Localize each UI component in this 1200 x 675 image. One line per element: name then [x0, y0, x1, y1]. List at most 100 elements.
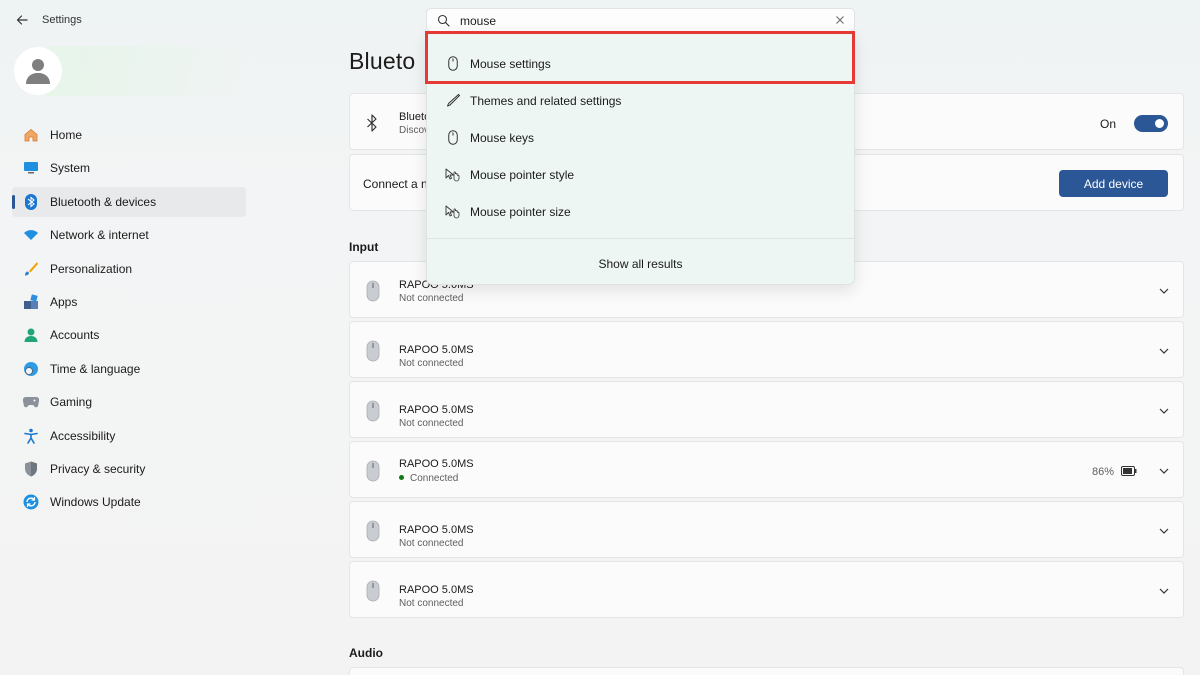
device-status: Not connected	[399, 293, 464, 304]
profile-banner	[44, 46, 254, 96]
sidebar-item-gaming[interactable]: Gaming	[12, 387, 246, 417]
sidebar-item-label: Gaming	[50, 395, 93, 410]
add-device-button[interactable]: Add device	[1059, 170, 1168, 197]
search-input[interactable]	[460, 12, 820, 29]
sidebar-item-time-language[interactable]: Time & language	[12, 354, 246, 384]
close-icon[interactable]	[835, 15, 845, 25]
sidebar-item-label: Privacy & security	[50, 461, 146, 476]
accessibility-icon	[22, 427, 40, 445]
bluetooth-sublabel: Discov	[399, 125, 430, 136]
sidebar-item-label: Home	[50, 128, 83, 142]
user-profile[interactable]	[14, 46, 254, 96]
device-name: RAPOO 5.0MS	[399, 584, 474, 596]
sidebar-item-label: Accessibility	[50, 428, 116, 443]
bluetooth-symbol-icon	[366, 114, 378, 137]
shield-icon	[22, 460, 40, 478]
home-icon	[22, 126, 40, 144]
search-box[interactable]	[426, 8, 855, 32]
pointer-icon	[445, 204, 461, 220]
chevron-down-icon[interactable]	[1157, 344, 1171, 358]
suggestion-themes[interactable]: Themes and related settings	[427, 82, 854, 119]
sidebar-item-label: Bluetooth & devices	[50, 194, 157, 209]
sidebar-item-network[interactable]: Network & internet	[12, 220, 246, 250]
wifi-icon	[22, 226, 40, 244]
sidebar-item-label: Time & language	[50, 361, 141, 376]
mouse-device-icon	[366, 580, 380, 607]
sidebar-item-system[interactable]: System	[12, 153, 246, 183]
device-status: Not connected	[399, 358, 464, 369]
device-name: RAPOO 5.0MS	[399, 458, 474, 470]
sidebar-item-label: Network & internet	[50, 228, 149, 243]
device-status: Not connected	[399, 598, 464, 609]
suggestion-mouse-keys[interactable]: Mouse keys	[427, 119, 854, 156]
account-icon	[22, 326, 40, 344]
bluetooth-toggle-label: On	[1099, 117, 1116, 131]
device-row[interactable]: RAPOO 5.0MS Not connected	[349, 321, 1184, 378]
back-arrow-icon	[16, 15, 28, 25]
device-row[interactable]: RAPOO 5.0MS Not connected	[349, 561, 1184, 618]
bluetooth-icon	[22, 193, 40, 211]
suggestion-pointer-size[interactable]: Mouse pointer size	[427, 193, 854, 230]
device-row[interactable]: RAPOO 5.0MS Not connected	[349, 381, 1184, 438]
gamepad-icon	[22, 393, 40, 411]
sidebar-item-bluetooth-devices[interactable]: Bluetooth & devices	[12, 186, 246, 217]
suggestion-label: Mouse pointer size	[470, 204, 571, 219]
suggestion-mouse-settings[interactable]: Mouse settings	[427, 45, 854, 82]
bluetooth-toggle[interactable]	[1134, 115, 1168, 132]
mouse-device-icon	[366, 520, 380, 547]
suggestion-label: Mouse settings	[470, 56, 551, 71]
back-button[interactable]	[4, 2, 40, 38]
suggestion-label: Themes and related settings	[470, 93, 622, 108]
sidebar-item-label: Windows Update	[50, 495, 141, 510]
avatar	[14, 47, 62, 95]
sidebar-item-label: System	[50, 161, 91, 176]
device-status: Not connected	[399, 418, 464, 429]
sidebar-item-label: Apps	[50, 294, 78, 309]
pen-icon	[445, 93, 461, 109]
show-all-results-link[interactable]: Show all results	[427, 246, 854, 282]
device-name: RAPOO 5.0MS	[399, 344, 474, 356]
sidebar-item-apps[interactable]: Apps	[12, 287, 246, 317]
search-icon	[437, 14, 450, 27]
sidebar-item-windows-update[interactable]: Windows Update	[12, 487, 246, 517]
chevron-down-icon[interactable]	[1157, 464, 1171, 478]
suggestion-label: Mouse keys	[470, 130, 535, 145]
app-title: Settings	[42, 14, 82, 26]
chevron-down-icon[interactable]	[1157, 284, 1171, 298]
page-title: Blueto	[349, 48, 416, 74]
suggestion-label: Mouse pointer style	[470, 167, 575, 182]
battery-percentage: 86%	[1091, 466, 1114, 478]
globe-clock-icon	[22, 360, 40, 378]
sidebar-item-personalization[interactable]: Personalization	[12, 254, 246, 284]
sidebar-item-label: Personalization	[50, 261, 133, 276]
mouse-device-icon	[366, 460, 380, 487]
device-row[interactable]: RAPOO 5.0MS Not connected	[349, 501, 1184, 558]
sidebar-item-privacy[interactable]: Privacy & security	[12, 454, 246, 484]
sidebar-item-accounts[interactable]: Accounts	[12, 320, 246, 350]
device-status-text: Connected	[410, 473, 459, 484]
device-name: RAPOO 5.0MS	[399, 524, 474, 536]
mouse-icon	[445, 130, 461, 146]
apps-icon	[22, 293, 40, 311]
sidebar-item-home[interactable]: Home	[12, 120, 246, 150]
sidebar-item-accessibility[interactable]: Accessibility	[12, 421, 246, 451]
search-suggestions-dropdown: Mouse settings Themes and related settin…	[426, 31, 855, 285]
sidebar-nav: Home System Bluetooth & devices Network …	[12, 120, 246, 521]
chevron-down-icon[interactable]	[1157, 584, 1171, 598]
mouse-device-icon	[366, 400, 380, 427]
audio-device-row[interactable]	[349, 667, 1184, 675]
brush-icon	[22, 260, 40, 278]
dropdown-divider	[427, 238, 854, 239]
audio-section-heading: Audio	[349, 646, 383, 660]
user-avatar-icon	[26, 59, 50, 84]
chevron-down-icon[interactable]	[1157, 524, 1171, 538]
device-row[interactable]: RAPOO 5.0MS Connected 86%	[349, 441, 1184, 498]
sidebar-item-label: Accounts	[50, 328, 100, 343]
mouse-device-icon	[366, 280, 380, 307]
chevron-down-icon[interactable]	[1157, 404, 1171, 418]
mouse-icon	[445, 56, 461, 72]
settings-window: Settings Home System Bluetooth & devices…	[0, 0, 1200, 675]
suggestion-pointer-style[interactable]: Mouse pointer style	[427, 156, 854, 193]
connect-device-label: Connect a n	[363, 177, 428, 191]
input-section-heading: Input	[349, 240, 379, 254]
